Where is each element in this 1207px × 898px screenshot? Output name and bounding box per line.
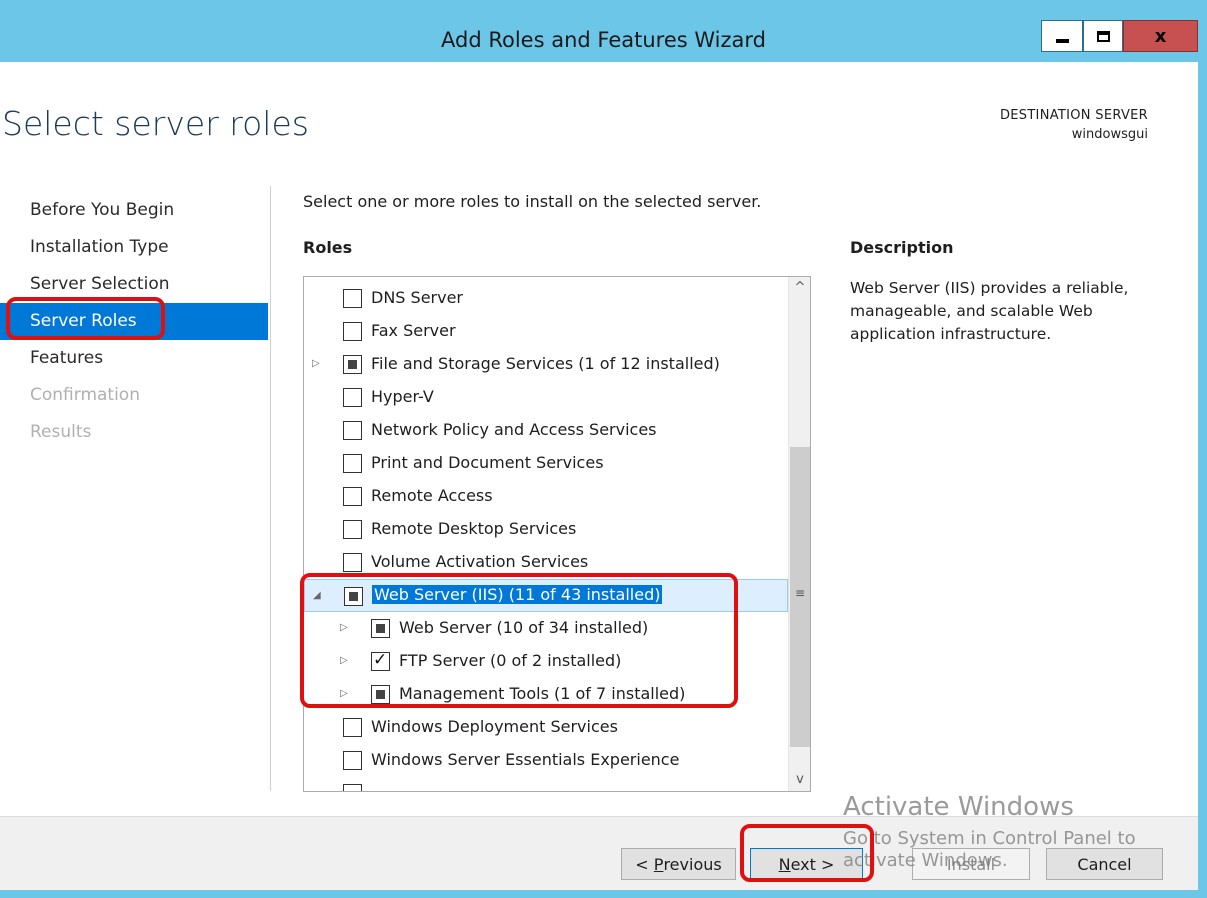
- next-rest: ext >: [790, 854, 835, 874]
- role-checkbox[interactable]: [371, 619, 390, 638]
- wizard-nav: Before You Begin Installation Type Server …: [0, 192, 268, 451]
- roles-tree[interactable]: DNS Server Fax Server ▷ File and Storage Se…: [303, 276, 811, 792]
- expand-arrow-icon[interactable]: ▷: [312, 358, 322, 370]
- role-label: Hyper-V: [371, 387, 434, 406]
- role-label: Volume Activation Services: [371, 552, 589, 571]
- destination-label: DESTINATION SERVER: [999, 108, 1148, 123]
- grip-icon: ≡: [795, 586, 806, 600]
- expand-arrow-icon[interactable]: ▷: [340, 688, 350, 700]
- role-row[interactable]: Remote Access: [304, 480, 788, 513]
- destination-server-name: windowsgui: [1071, 127, 1148, 142]
- maximize-icon: [1096, 30, 1110, 42]
- description-text: Web Server (IIS) provides a reliable, ma…: [850, 279, 1129, 343]
- nav-divider: [270, 186, 271, 791]
- role-label: Remote Desktop Services: [371, 519, 577, 538]
- wizard-footer: < Previous Next > Install Cancel: [0, 816, 1198, 890]
- role-label: Network Policy and Access Services: [371, 420, 657, 439]
- role-label: File and Storage Services (1 of 12 insta…: [371, 354, 720, 373]
- role-label: Web Server (IIS) (11 of 43 installed): [372, 585, 663, 604]
- minimize-icon: [1055, 39, 1069, 43]
- window-title: Add Roles and Features Wizard: [441, 28, 766, 52]
- role-checkbox[interactable]: [343, 355, 362, 374]
- role-label: Management Tools (1 of 7 installed): [399, 684, 686, 703]
- nav-item-features[interactable]: Features: [0, 340, 268, 377]
- role-checkbox[interactable]: [343, 553, 362, 572]
- role-checkbox[interactable]: [343, 520, 362, 539]
- role-row[interactable]: Print and Document Services: [304, 447, 788, 480]
- role-checkbox[interactable]: [343, 718, 362, 737]
- role-row[interactable]: ▷ Web Server (10 of 34 installed): [304, 612, 788, 645]
- wizard-window: Add Roles and Features Wizard x Select s…: [0, 0, 1207, 898]
- role-row[interactable]: [304, 777, 788, 791]
- nav-item-server-roles[interactable]: Server Roles: [0, 303, 268, 340]
- role-row[interactable]: Fax Server: [304, 315, 788, 348]
- role-checkbox[interactable]: [371, 650, 390, 671]
- role-label: Fax Server: [371, 321, 456, 340]
- roles-scrollbar[interactable]: ^ ≡ v: [788, 277, 810, 791]
- scroll-thumb[interactable]: ≡: [790, 447, 810, 747]
- expand-arrow-icon[interactable]: ▷: [340, 622, 350, 634]
- role-checkbox[interactable]: [343, 421, 362, 440]
- role-label: Windows Deployment Services: [371, 717, 618, 736]
- previous-accel: P: [653, 854, 664, 874]
- scroll-down-icon[interactable]: v: [789, 769, 810, 791]
- nav-item-confirmation: Confirmation: [30, 385, 140, 405]
- role-label: FTP Server (0 of 2 installed): [399, 651, 622, 670]
- role-row[interactable]: Network Policy and Access Services: [304, 414, 788, 447]
- destination-server: DESTINATION SERVER windowsgui: [1000, 106, 1148, 144]
- role-row[interactable]: ▷ FTP Server (0 of 2 installed): [304, 645, 788, 678]
- nav-item-server-selection[interactable]: Server Selection: [0, 266, 268, 303]
- role-row[interactable]: ▷ Management Tools (1 of 7 installed): [304, 678, 788, 711]
- role-checkbox[interactable]: [344, 587, 363, 606]
- role-label: Print and Document Services: [371, 453, 604, 472]
- role-row[interactable]: Hyper-V: [304, 381, 788, 414]
- role-row[interactable]: DNS Server: [304, 282, 788, 315]
- role-checkbox[interactable]: [343, 487, 362, 506]
- role-checkbox[interactable]: [371, 685, 390, 704]
- nav-item-results: Results: [30, 422, 92, 442]
- role-label: Remote Access: [371, 486, 493, 505]
- page-title: Select server roles: [2, 104, 309, 143]
- role-row[interactable]: Windows Server Essentials Experience: [304, 744, 788, 777]
- previous-rest: revious: [663, 854, 722, 874]
- scroll-up-icon[interactable]: ^: [789, 277, 810, 299]
- minimize-button[interactable]: [1041, 20, 1083, 52]
- expand-arrow-icon[interactable]: ▷: [340, 655, 350, 667]
- role-checkbox[interactable]: [343, 784, 362, 791]
- maximize-button[interactable]: [1083, 20, 1123, 52]
- wizard-client-area: Select server roles DESTINATION SERVER w…: [0, 62, 1198, 890]
- title-bar[interactable]: Add Roles and Features Wizard x: [0, 0, 1207, 62]
- role-label: Web Server (10 of 34 installed): [399, 618, 649, 637]
- previous-prefix: <: [635, 854, 654, 874]
- install-button[interactable]: Install: [912, 848, 1030, 880]
- next-accel: N: [778, 854, 791, 874]
- close-button[interactable]: x: [1123, 20, 1198, 52]
- role-checkbox[interactable]: [343, 751, 362, 770]
- collapse-arrow-icon[interactable]: ◢: [313, 590, 323, 602]
- role-checkbox[interactable]: [343, 322, 362, 341]
- role-row[interactable]: Windows Deployment Services: [304, 711, 788, 744]
- role-checkbox[interactable]: [343, 289, 362, 308]
- role-row[interactable]: Remote Desktop Services: [304, 513, 788, 546]
- previous-button[interactable]: < Previous: [621, 848, 736, 880]
- description-header: Description: [850, 238, 954, 257]
- cancel-button[interactable]: Cancel: [1046, 848, 1163, 880]
- role-row[interactable]: ◢ Web Server (IIS) (11 of 43 installed): [304, 579, 788, 612]
- role-row[interactable]: Volume Activation Services: [304, 546, 788, 579]
- nav-item-installation-type[interactable]: Installation Type: [0, 229, 268, 266]
- role-row[interactable]: ▷ File and Storage Services (1 of 12 inst…: [304, 348, 788, 381]
- role-label: Windows Server Essentials Experience: [371, 750, 680, 769]
- roles-header: Roles: [303, 238, 353, 257]
- next-button[interactable]: Next >: [750, 848, 863, 880]
- instruction-text: Select one or more roles to install on t…: [303, 192, 762, 211]
- roles-list: DNS Server Fax Server ▷ File and Storage Se…: [304, 282, 788, 791]
- close-icon: x: [1154, 25, 1167, 47]
- role-checkbox[interactable]: [343, 388, 362, 407]
- role-checkbox[interactable]: [343, 454, 362, 473]
- nav-item-before-you-begin[interactable]: Before You Begin: [0, 192, 268, 229]
- role-label: DNS Server: [371, 288, 463, 307]
